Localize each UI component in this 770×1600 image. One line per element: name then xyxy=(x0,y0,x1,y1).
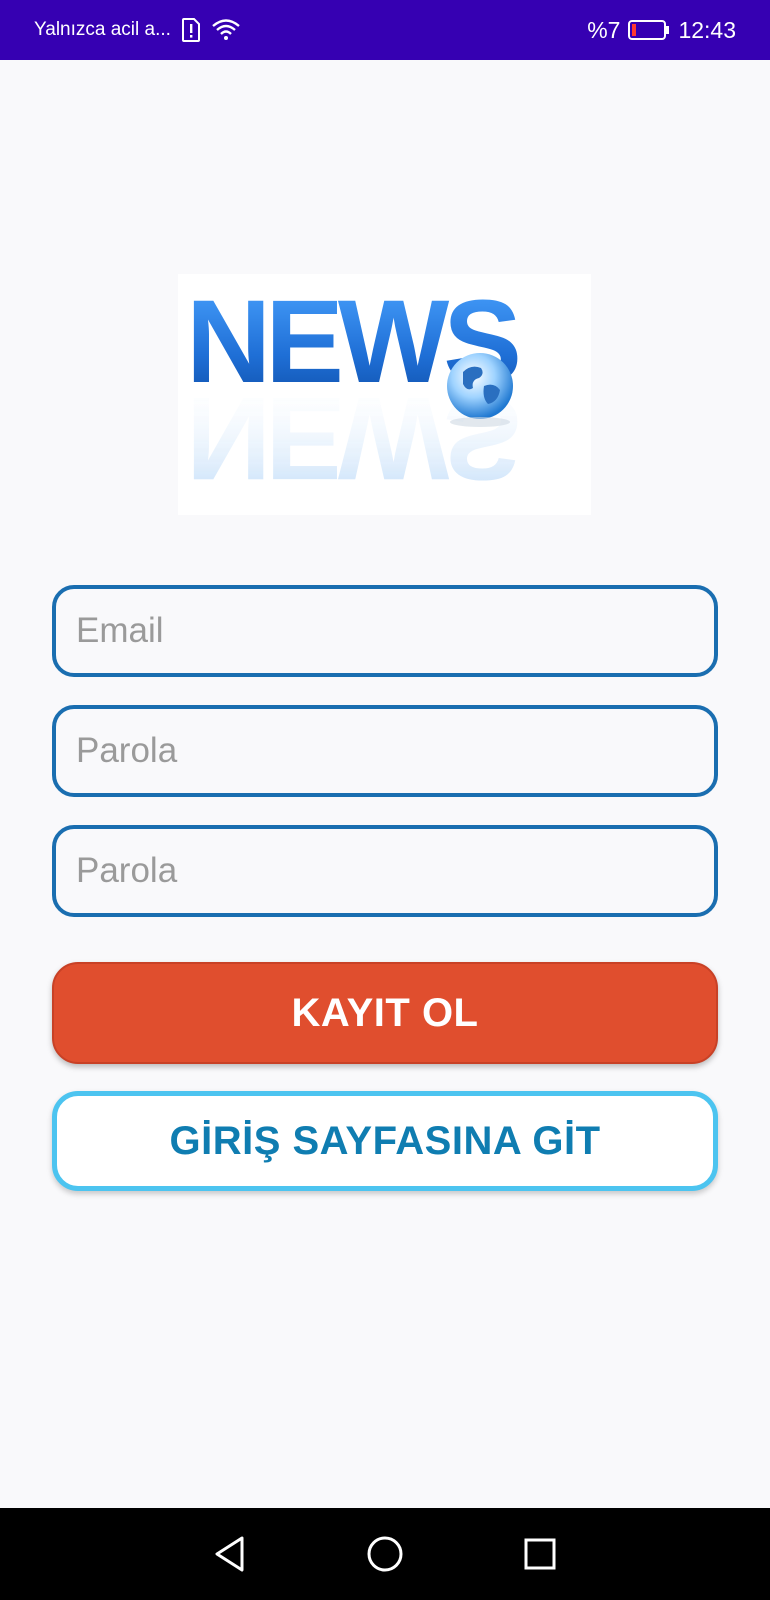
go-to-login-button[interactable]: GİRİŞ SAYFASINA GİT xyxy=(52,1091,718,1191)
sim-alert-icon xyxy=(181,18,201,42)
carrier-text: Yalnızca acil a... xyxy=(34,19,171,40)
password-confirm-field[interactable] xyxy=(52,825,718,917)
system-nav-bar xyxy=(0,1508,770,1600)
status-right: %7 12:43 xyxy=(587,17,736,44)
register-button[interactable]: KAYIT OL xyxy=(52,962,718,1064)
status-left: Yalnızca acil a... xyxy=(34,18,241,42)
clock-text: 12:43 xyxy=(678,16,736,43)
wifi-icon xyxy=(211,18,241,42)
status-bar: Yalnızca acil a... %7 12:43 xyxy=(0,0,770,60)
back-triangle-icon[interactable] xyxy=(210,1534,250,1574)
register-button-label: KAYIT OL xyxy=(291,990,479,1035)
news-logo: NEWS NEWS xyxy=(178,274,591,515)
battery-percent-text: %7 xyxy=(587,16,621,43)
recents-square-icon[interactable] xyxy=(520,1534,560,1574)
home-circle-icon[interactable] xyxy=(365,1534,405,1574)
go-to-login-button-label: GİRİŞ SAYFASINA GİT xyxy=(169,1118,601,1163)
battery-icon xyxy=(628,19,670,41)
email-field[interactable] xyxy=(52,585,718,677)
password-field[interactable] xyxy=(52,705,718,797)
